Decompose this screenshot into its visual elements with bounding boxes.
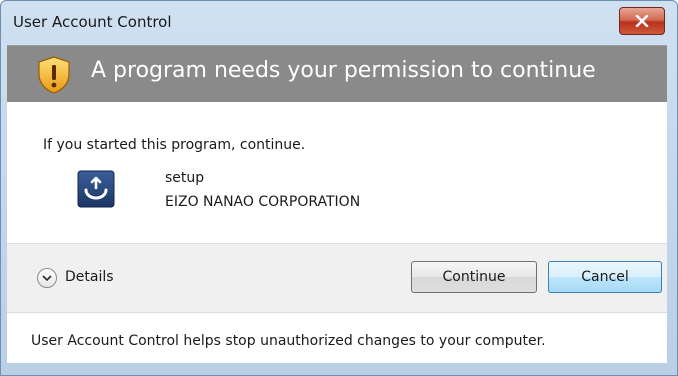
header-band: A program needs your permission to conti… — [7, 45, 667, 102]
prompt-text: If you started this program, continue. — [43, 137, 306, 153]
chevron-down-icon — [42, 275, 52, 282]
details-expander[interactable] — [37, 268, 57, 288]
cancel-button[interactable]: Cancel — [548, 261, 662, 293]
shield-warning-icon — [38, 56, 70, 94]
dialog-body: A program needs your permission to conti… — [7, 45, 667, 363]
button-bar: Details Continue Cancel — [7, 243, 667, 313]
info-text: User Account Control helps stop unauthor… — [31, 333, 546, 349]
details-label[interactable]: Details — [65, 269, 114, 285]
header-title: A program needs your permission to conti… — [91, 58, 596, 83]
close-icon — [635, 15, 649, 27]
title-bar: User Account Control — [1, 1, 677, 45]
close-button[interactable] — [619, 7, 665, 35]
continue-button[interactable]: Continue — [411, 261, 537, 293]
setup-program-icon — [77, 170, 115, 208]
window-title: User Account Control — [13, 13, 172, 31]
program-name: setup — [165, 170, 205, 186]
uac-dialog: User Account Control A program needs you… — [0, 0, 678, 376]
program-publisher: EIZO NANAO CORPORATION — [165, 194, 361, 210]
